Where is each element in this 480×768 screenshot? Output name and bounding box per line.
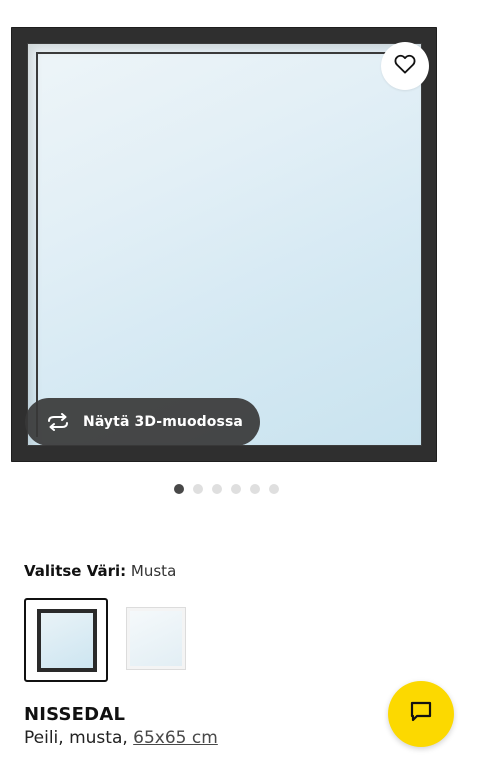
product-name: NISSEDAL (24, 704, 126, 725)
rotate-3d-icon (45, 412, 71, 432)
product-size-link[interactable]: 65x65 cm (133, 728, 218, 748)
colour-swatch-black[interactable] (24, 598, 108, 682)
heart-outline-icon (394, 54, 416, 78)
colour-selection-label: Valitse Väri: Musta (24, 562, 176, 580)
carousel-dot-6[interactable] (269, 484, 279, 494)
mirror-glass (27, 43, 422, 446)
carousel-dot-1[interactable] (174, 484, 184, 494)
product-description-text: Peili, musta, (24, 728, 128, 748)
colour-swatch-white[interactable] (115, 598, 199, 682)
product-image[interactable] (11, 27, 437, 462)
swatch-thumbnail-black (37, 609, 97, 672)
carousel-dots (0, 484, 453, 494)
product-description: Peili, musta, 65x65 cm (24, 728, 218, 748)
view-3d-label: Näytä 3D-muodossa (83, 414, 243, 430)
colour-label: Valitse Väri: (24, 562, 127, 580)
mirror-inner-frame (36, 52, 413, 437)
carousel-dot-5[interactable] (250, 484, 260, 494)
carousel-dot-4[interactable] (231, 484, 241, 494)
product-page: Näytä 3D-muodossa Valitse Väri: Musta NI… (0, 0, 480, 768)
carousel-dot-3[interactable] (212, 484, 222, 494)
swatch-thumbnail-white (126, 607, 186, 670)
chat-bubble-icon (409, 701, 433, 727)
chat-button[interactable] (388, 681, 454, 747)
view-3d-button[interactable]: Näytä 3D-muodossa (25, 398, 260, 446)
favourite-button[interactable] (381, 42, 429, 90)
carousel-dot-2[interactable] (193, 484, 203, 494)
colour-value: Musta (130, 562, 177, 580)
